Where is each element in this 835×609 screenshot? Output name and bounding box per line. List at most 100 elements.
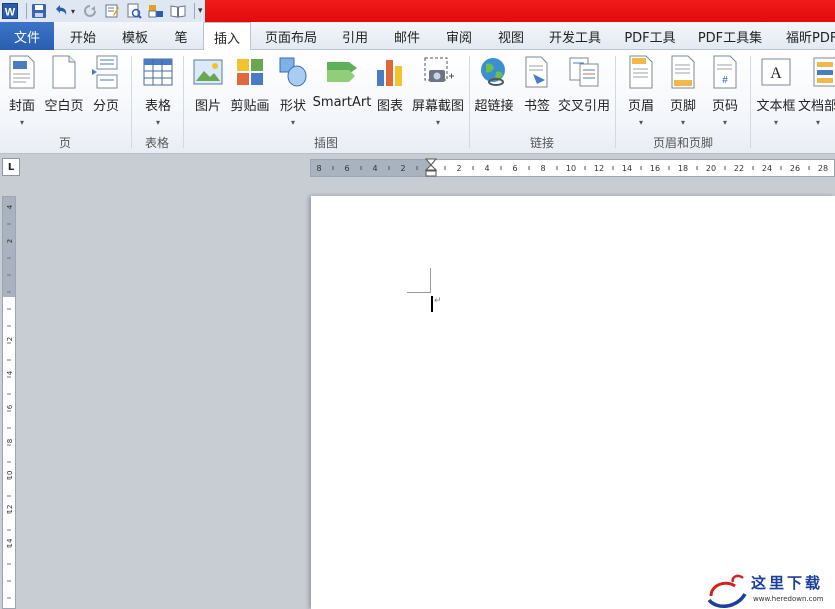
undo-icon[interactable]: [52, 2, 70, 20]
table-icon: [141, 54, 175, 90]
table-label: 表格: [144, 99, 171, 114]
shapes-icon: [276, 54, 310, 90]
ruler-tick-label: 6: [344, 164, 349, 173]
tab-pdf-tools[interactable]: PDF工具: [616, 22, 684, 50]
tab-insert[interactable]: 插入: [203, 22, 251, 51]
header-button[interactable]: 页眉 ▾: [624, 54, 658, 138]
cover-label: 封面: [8, 99, 35, 114]
cross-reference-button[interactable]: 交叉引用: [557, 54, 611, 138]
customize-dropdown-icon[interactable]: ▾: [198, 6, 203, 16]
undo-dropdown-icon[interactable]: ▾: [71, 7, 77, 16]
shapes-label: 形状: [279, 99, 306, 114]
ruler-tick-label: 18: [678, 164, 688, 173]
cover-page-icon: [5, 54, 39, 90]
page-break-button[interactable]: 分页: [88, 54, 124, 138]
ribbon-insert: 封面 ▾ 空白页 分页 页 表格 ▾ 表格 图片 剪贴画 形状 ▾ SmartA…: [0, 50, 835, 154]
page-number-button[interactable]: # 页码 ▾: [708, 54, 742, 138]
reading-icon[interactable]: [169, 2, 187, 20]
globe-link-icon: [477, 54, 511, 90]
text-cursor: [431, 296, 433, 312]
group-label-illustrations: 插图: [313, 136, 338, 150]
ruler-tick-label: 4: [484, 164, 489, 173]
tab-stop-selector[interactable]: L: [2, 158, 20, 176]
layout-icon[interactable]: [147, 2, 165, 20]
table-button[interactable]: 表格 ▾: [138, 54, 178, 138]
shapes-button[interactable]: 形状 ▾: [276, 54, 310, 138]
smartart-button[interactable]: SmartArt: [312, 54, 372, 138]
indent-marker-icon[interactable]: [424, 158, 438, 181]
toolbar-separator: [194, 3, 195, 19]
tab-templates[interactable]: 模板: [111, 22, 159, 50]
ruler-tick-label: 16: [650, 164, 660, 173]
bookmark-button[interactable]: 书签: [520, 54, 554, 138]
word-logo-icon[interactable]: W: [1, 2, 19, 20]
header-icon: [624, 54, 658, 90]
margin-corner-mark: [430, 268, 431, 292]
tab-developer[interactable]: 开发工具: [540, 22, 610, 50]
chart-button[interactable]: 图表: [373, 54, 407, 138]
cross-reference-label: 交叉引用: [557, 99, 610, 114]
hyperlink-button[interactable]: 超链接: [474, 54, 514, 138]
tab-home[interactable]: 开始: [58, 22, 108, 50]
tab-pdf-toolset[interactable]: PDF工具集: [690, 22, 770, 50]
screenshot-button[interactable]: 屏幕截图 ▾: [412, 54, 464, 138]
quick-parts-button[interactable]: 文档部 ▾: [798, 54, 835, 138]
document-page[interactable]: ↵: [311, 196, 835, 609]
print-preview-icon[interactable]: [125, 2, 143, 20]
group-label-header-footer: 页眉和页脚: [652, 136, 713, 150]
ruler-tick-label: 12: [6, 505, 14, 514]
ruler-tick-label: 26: [790, 164, 800, 173]
footer-button[interactable]: 页脚 ▾: [666, 54, 700, 138]
ruler-tick-label: 22: [734, 164, 744, 173]
header-label: 页眉: [627, 99, 654, 114]
tab-mailings[interactable]: 邮件: [384, 22, 430, 50]
dropdown-arrow-icon: ▾: [722, 118, 727, 127]
svg-text:#: #: [722, 75, 728, 86]
redo-icon[interactable]: [81, 2, 99, 20]
textbox-button[interactable]: A 文本框 ▾: [754, 54, 798, 138]
ruler-tick-label: 8: [6, 439, 14, 443]
cover-button[interactable]: 封面 ▾: [4, 54, 40, 138]
smartart-label: SmartArt: [312, 95, 372, 110]
smartart-icon: [325, 54, 359, 90]
ruler-tick-label: 8: [316, 164, 321, 173]
vertical-ruler-ticks: 422468101214: [6, 204, 14, 599]
tab-view[interactable]: 视图: [488, 22, 534, 50]
dropdown-arrow-icon: ▾: [680, 118, 685, 127]
page-number-icon: #: [708, 54, 742, 90]
ruler-tick-label: 2: [400, 164, 405, 173]
watermark-title: 这里下载: [751, 574, 824, 592]
page-number-label: 页码: [711, 99, 738, 114]
paragraph-mark: ↵: [434, 296, 442, 306]
screenshot-label: 屏幕截图: [412, 99, 465, 114]
chart-label: 图表: [376, 99, 403, 114]
ruler-tick-label: 14: [622, 164, 632, 173]
save-icon[interactable]: [30, 2, 48, 20]
margin-corner-mark: [407, 292, 431, 293]
ruler-tick-label: 6: [512, 164, 517, 173]
clipart-button[interactable]: 剪贴画: [230, 54, 270, 138]
picture-button[interactable]: 图片: [190, 54, 226, 138]
vertical-ruler[interactable]: 4 2 2 4 6 8 10 12 14: [2, 196, 16, 609]
cross-reference-icon: [567, 54, 601, 90]
edit-icon[interactable]: [103, 2, 121, 20]
watermark-logo: 这里下载 www.heredown.com: [705, 570, 835, 609]
bookmark-label: 书签: [523, 99, 550, 114]
watermark-url: www.heredown.com: [753, 595, 824, 603]
quick-access-toolbar: W ▾ ▾: [0, 0, 835, 22]
textbox-icon: A: [759, 54, 793, 90]
tab-foxit-pdf[interactable]: 福昕PDF: [776, 22, 835, 50]
blank-page-button[interactable]: 空白页: [44, 54, 84, 138]
tab-file[interactable]: 文件: [0, 22, 54, 50]
horizontal-ruler[interactable]: 8 6 4 2 2 4 6 8 10 12 14 16 18 20 22 24 26 28: [310, 158, 835, 177]
tab-page-layout[interactable]: 页面布局: [256, 22, 326, 50]
watermark-swirl-icon: [707, 574, 747, 608]
tab-review[interactable]: 审阅: [436, 22, 482, 50]
dropdown-arrow-icon: ▾: [19, 118, 24, 127]
page-break-icon: [89, 54, 123, 90]
tab-pen[interactable]: 笔: [163, 22, 199, 50]
ruler-tick-label: 2: [6, 337, 14, 341]
ruler-tick-label: 10: [6, 471, 14, 480]
tab-references[interactable]: 引用: [332, 22, 378, 50]
group-label-pages: 页: [58, 136, 71, 150]
